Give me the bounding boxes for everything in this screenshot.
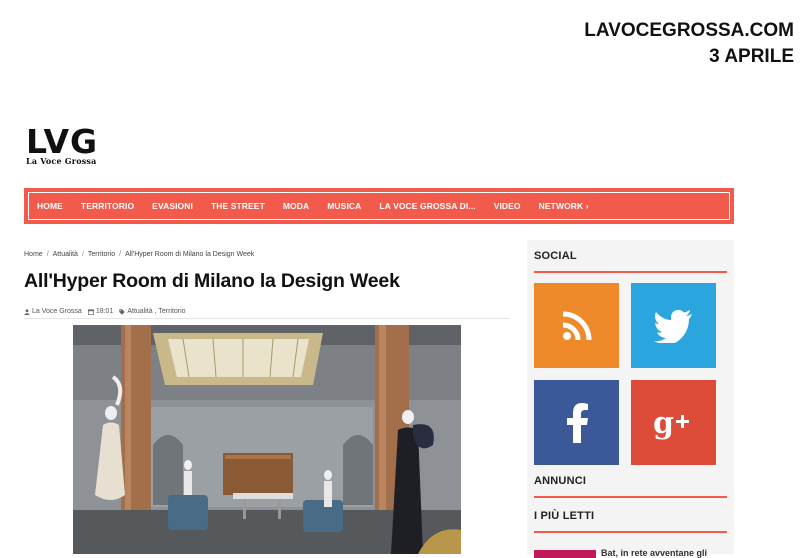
svg-text:g: g [653, 406, 674, 441]
social-google-plus-button[interactable]: g [631, 380, 716, 465]
widget-title-popular: I PIÙ LETTI [534, 510, 595, 522]
user-icon [24, 308, 30, 315]
breadcrumb-current: All'Hyper Room di Milano la Design Week [125, 251, 255, 258]
social-facebook-button[interactable] [534, 380, 619, 465]
breadcrumb-separator: / [81, 251, 84, 258]
popular-post-title[interactable]: Bat, in rete avventane gli [601, 548, 707, 558]
breadcrumb-separator: / [119, 251, 122, 258]
breadcrumb-territorio[interactable]: Territorio [88, 251, 115, 258]
nav-item-network[interactable]: NETWORK › [539, 201, 589, 211]
google-plus-icon: g [653, 406, 689, 441]
social-twitter-button[interactable] [631, 283, 716, 368]
facebook-icon [566, 402, 588, 443]
article-title: All'Hyper Room di Milano la Design Week [24, 270, 400, 292]
popular-post-thumbnail[interactable] [534, 550, 596, 558]
hyper-room-photo [73, 325, 461, 554]
nav-item-video[interactable]: VIDEO [494, 201, 521, 211]
nav-item-the-street[interactable]: THE STREET [211, 201, 265, 211]
nav-item-home[interactable]: HOME [37, 201, 63, 211]
breadcrumb-attualita[interactable]: Attualità [53, 251, 78, 258]
article-categories[interactable]: Attualità , Territorio [127, 308, 185, 315]
article-time: 18:01 [95, 308, 114, 315]
logo-mark: LVG [26, 122, 99, 161]
stamp-site: LAVOCEGROSSA.COM [584, 20, 794, 41]
widget-underline [534, 531, 727, 533]
breadcrumb-home[interactable]: Home [24, 251, 43, 258]
article-meta: La Voce Grossa 18:01 Attualità , Territo… [24, 308, 192, 315]
widget-underline [534, 496, 727, 498]
stamp-date: 3 APRILE [709, 46, 794, 67]
nav-item-moda[interactable]: MODA [283, 201, 309, 211]
breadcrumb-separator: / [46, 251, 49, 258]
site-logo[interactable]: LVG La Voce Grossa [26, 122, 126, 166]
widget-title-social: SOCIAL [534, 250, 577, 262]
main-nav: HOME TERRITORIO EVASIONI THE STREET MODA… [24, 188, 734, 224]
tag-icon [119, 308, 126, 315]
calendar-icon [87, 308, 94, 315]
nav-item-la-voce-grossa-di[interactable]: LA VOCE GROSSA DI... [379, 201, 475, 211]
nav-item-evasioni[interactable]: EVASIONI [152, 201, 193, 211]
rss-icon [562, 311, 591, 340]
widget-underline [534, 271, 727, 273]
nav-item-territorio[interactable]: TERRITORIO [81, 201, 134, 211]
press-stamp: LAVOCEGROSSA.COM 3 APRILE [584, 18, 794, 70]
widget-title-annunci: ANNUNCI [534, 475, 587, 487]
article-author[interactable]: La Voce Grossa [32, 308, 82, 315]
breadcrumb: Home / Attualità / Territorio / All'Hyper Room… [24, 251, 254, 258]
twitter-icon [653, 309, 692, 343]
nav-frame: HOME TERRITORIO EVASIONI THE STREET MODA… [28, 192, 730, 220]
article-featured-image [73, 325, 461, 554]
social-rss-button[interactable] [534, 283, 619, 368]
logo-tagline: La Voce Grossa [26, 156, 97, 166]
nav-item-musica[interactable]: MUSICA [327, 201, 361, 211]
sidebar: SOCIAL g ANNUNCI I PIÙ LETTI Bat, in ret… [527, 240, 734, 558]
meta-divider [24, 318, 510, 319]
